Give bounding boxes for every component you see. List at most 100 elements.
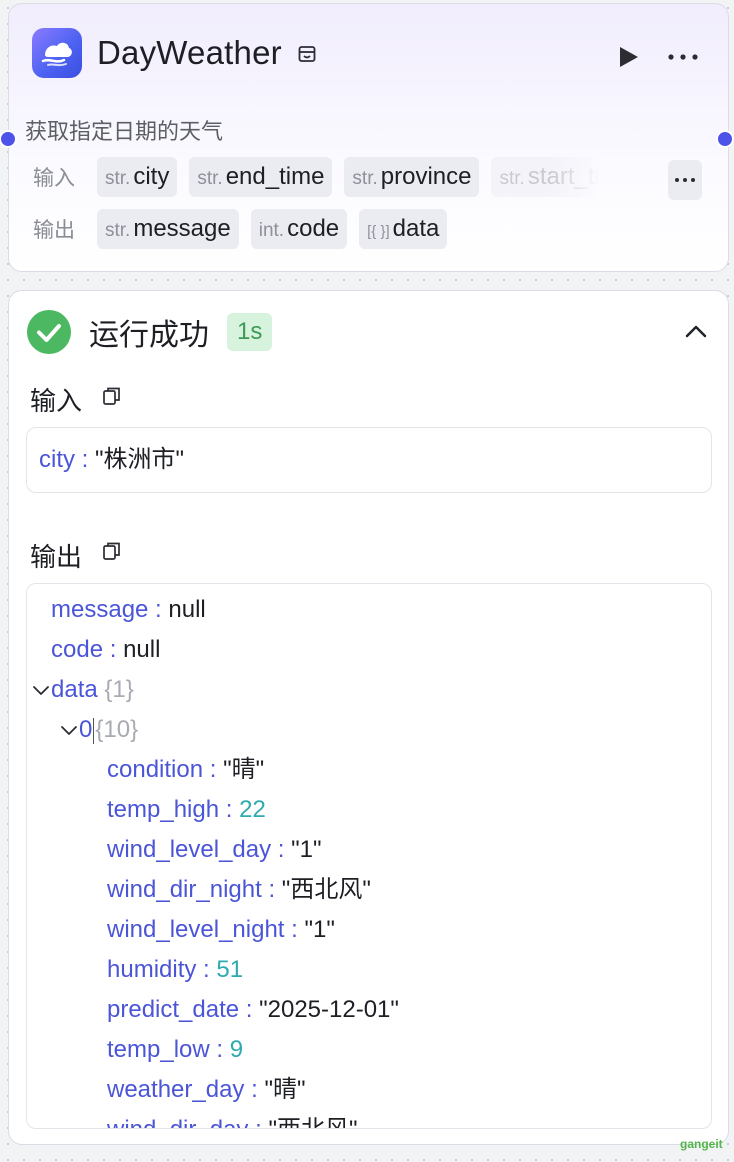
chevron-down-icon[interactable] [60, 721, 78, 739]
dayweather-logo-icon [32, 28, 82, 78]
node-description: 获取指定日期的天气 [25, 119, 224, 144]
json-field-row: predict_date : "2025-12-01" [107, 990, 399, 1030]
param-type: str. [352, 168, 378, 189]
json-value: "2025-12-01" [259, 996, 399, 1023]
output-port-handle[interactable] [716, 130, 734, 148]
plugin-store-icon[interactable] [297, 44, 317, 64]
json-value: "晴" [223, 756, 265, 783]
chevron-up-icon[interactable] [683, 319, 709, 345]
json-separator: : [203, 756, 224, 783]
json-value: "1" [304, 916, 335, 943]
copy-icon[interactable] [101, 385, 123, 407]
json-row-message: message : null [51, 590, 206, 630]
ellipsis-icon [675, 178, 695, 182]
run-play-icon[interactable] [615, 44, 641, 70]
json-separator: : [244, 1076, 265, 1103]
json-row-code: code : null [51, 630, 160, 670]
param-name: message [133, 215, 231, 242]
param-type: str. [197, 168, 223, 189]
input-param-chip: str.start_time [491, 157, 602, 197]
json-key: wind_level_day [107, 836, 272, 863]
json-key: wind_level_night [107, 916, 285, 943]
json-key: temp_high [107, 796, 220, 823]
success-check-icon [27, 310, 71, 354]
output-section-title: 输出 [30, 542, 83, 572]
json-key: wind_dir_night [107, 876, 262, 903]
json-key: 0 [79, 716, 93, 743]
json-key: weather_day [107, 1076, 245, 1103]
json-field-row: temp_low : 9 [107, 1030, 243, 1070]
node-title: DayWeather [97, 34, 282, 71]
json-separator: : [219, 796, 240, 823]
run-result-panel: 运行成功 1s 输入 city : "株洲市" 输出 message : nul… [8, 290, 729, 1145]
input-section-title: 输入 [30, 386, 83, 416]
output-param-chip: int. code [250, 209, 348, 249]
input-json-viewer[interactable]: city : "株洲市" [26, 427, 712, 493]
input-param-chip: str. province [344, 157, 480, 197]
json-separator: : [75, 446, 96, 473]
json-count: {1} [104, 676, 134, 703]
run-status-text: 运行成功 [89, 319, 209, 352]
copy-icon[interactable] [101, 540, 123, 562]
json-separator: : [196, 956, 217, 983]
json-field-row: weather_day : "晴" [107, 1070, 306, 1110]
json-field-row: wind_level_night : "1" [107, 910, 335, 950]
param-name: data [392, 215, 440, 242]
json-separator: : [284, 916, 305, 943]
chevron-down-icon[interactable] [32, 681, 50, 699]
output-json-viewer[interactable]: message : null code : null data {1} 0 {10… [26, 583, 712, 1129]
node-inputs-row: 输入 str. city str. end_time str. province st… [33, 157, 613, 197]
json-value: "西北风" [268, 1116, 357, 1128]
json-key: code [51, 636, 104, 663]
param-type: str. [105, 168, 131, 189]
node-card[interactable]: DayWeather 获取指定日期的天气 输入 str. city str. end… [8, 3, 729, 272]
json-field-row: condition : "晴" [107, 750, 264, 790]
param-name: end_time [225, 163, 325, 190]
json-field-row: wind_dir_day : "西北风" [107, 1110, 357, 1128]
json-separator: : [103, 636, 124, 663]
json-separator: : [239, 996, 260, 1023]
json-value: "晴" [264, 1076, 306, 1103]
json-key: temp_low [107, 1036, 210, 1063]
json-row-data[interactable]: data {1} [51, 670, 134, 710]
param-name: province [380, 163, 472, 190]
json-key: condition [107, 756, 204, 783]
output-param-chip: str. message [97, 209, 239, 249]
json-separator: : [248, 1116, 268, 1128]
json-key: wind_dir_day [107, 1116, 248, 1128]
param-type: str. [105, 220, 131, 241]
json-value: 9 [229, 1036, 244, 1063]
json-separator: : [148, 596, 169, 623]
param-name: start_time [527, 163, 602, 190]
param-type: int. [258, 220, 285, 241]
json-key: city [39, 446, 75, 473]
json-row-item-0[interactable]: 0 {10} [79, 710, 138, 750]
inputs-label: 输入 [33, 167, 75, 190]
json-field-row: wind_level_day : "1" [107, 830, 322, 870]
run-status-row: 运行成功 1s [27, 310, 273, 354]
json-key: data [51, 676, 98, 703]
json-value: "西北风" [281, 876, 371, 903]
more-options-icon[interactable] [665, 44, 701, 70]
json-field-row: wind_dir_night : "西北风" [107, 870, 371, 910]
param-name: code [287, 215, 340, 242]
param-type: [{ }] [367, 223, 390, 240]
json-key: predict_date [107, 996, 240, 1023]
json-key: humidity [107, 956, 197, 983]
outputs-label: 输出 [33, 219, 75, 242]
json-key: message [51, 596, 149, 623]
json-value: null [168, 596, 206, 623]
node-outputs-row: 输出 str. message int. code [{ }] data [33, 209, 459, 249]
json-value: 22 [239, 796, 266, 823]
watermark-logo: gangeit [680, 1137, 723, 1151]
json-value: "株洲市" [95, 446, 185, 473]
more-params-button[interactable] [668, 160, 702, 200]
json-field-row: humidity : 51 [107, 950, 243, 990]
param-name: city [133, 163, 170, 190]
json-separator: : [261, 876, 282, 903]
json-value: 51 [216, 956, 244, 983]
json-separator: : [271, 836, 292, 863]
input-param-chip: str. city [97, 157, 178, 197]
json-value: "1" [291, 836, 322, 863]
output-param-chip: [{ }] data [359, 209, 448, 249]
